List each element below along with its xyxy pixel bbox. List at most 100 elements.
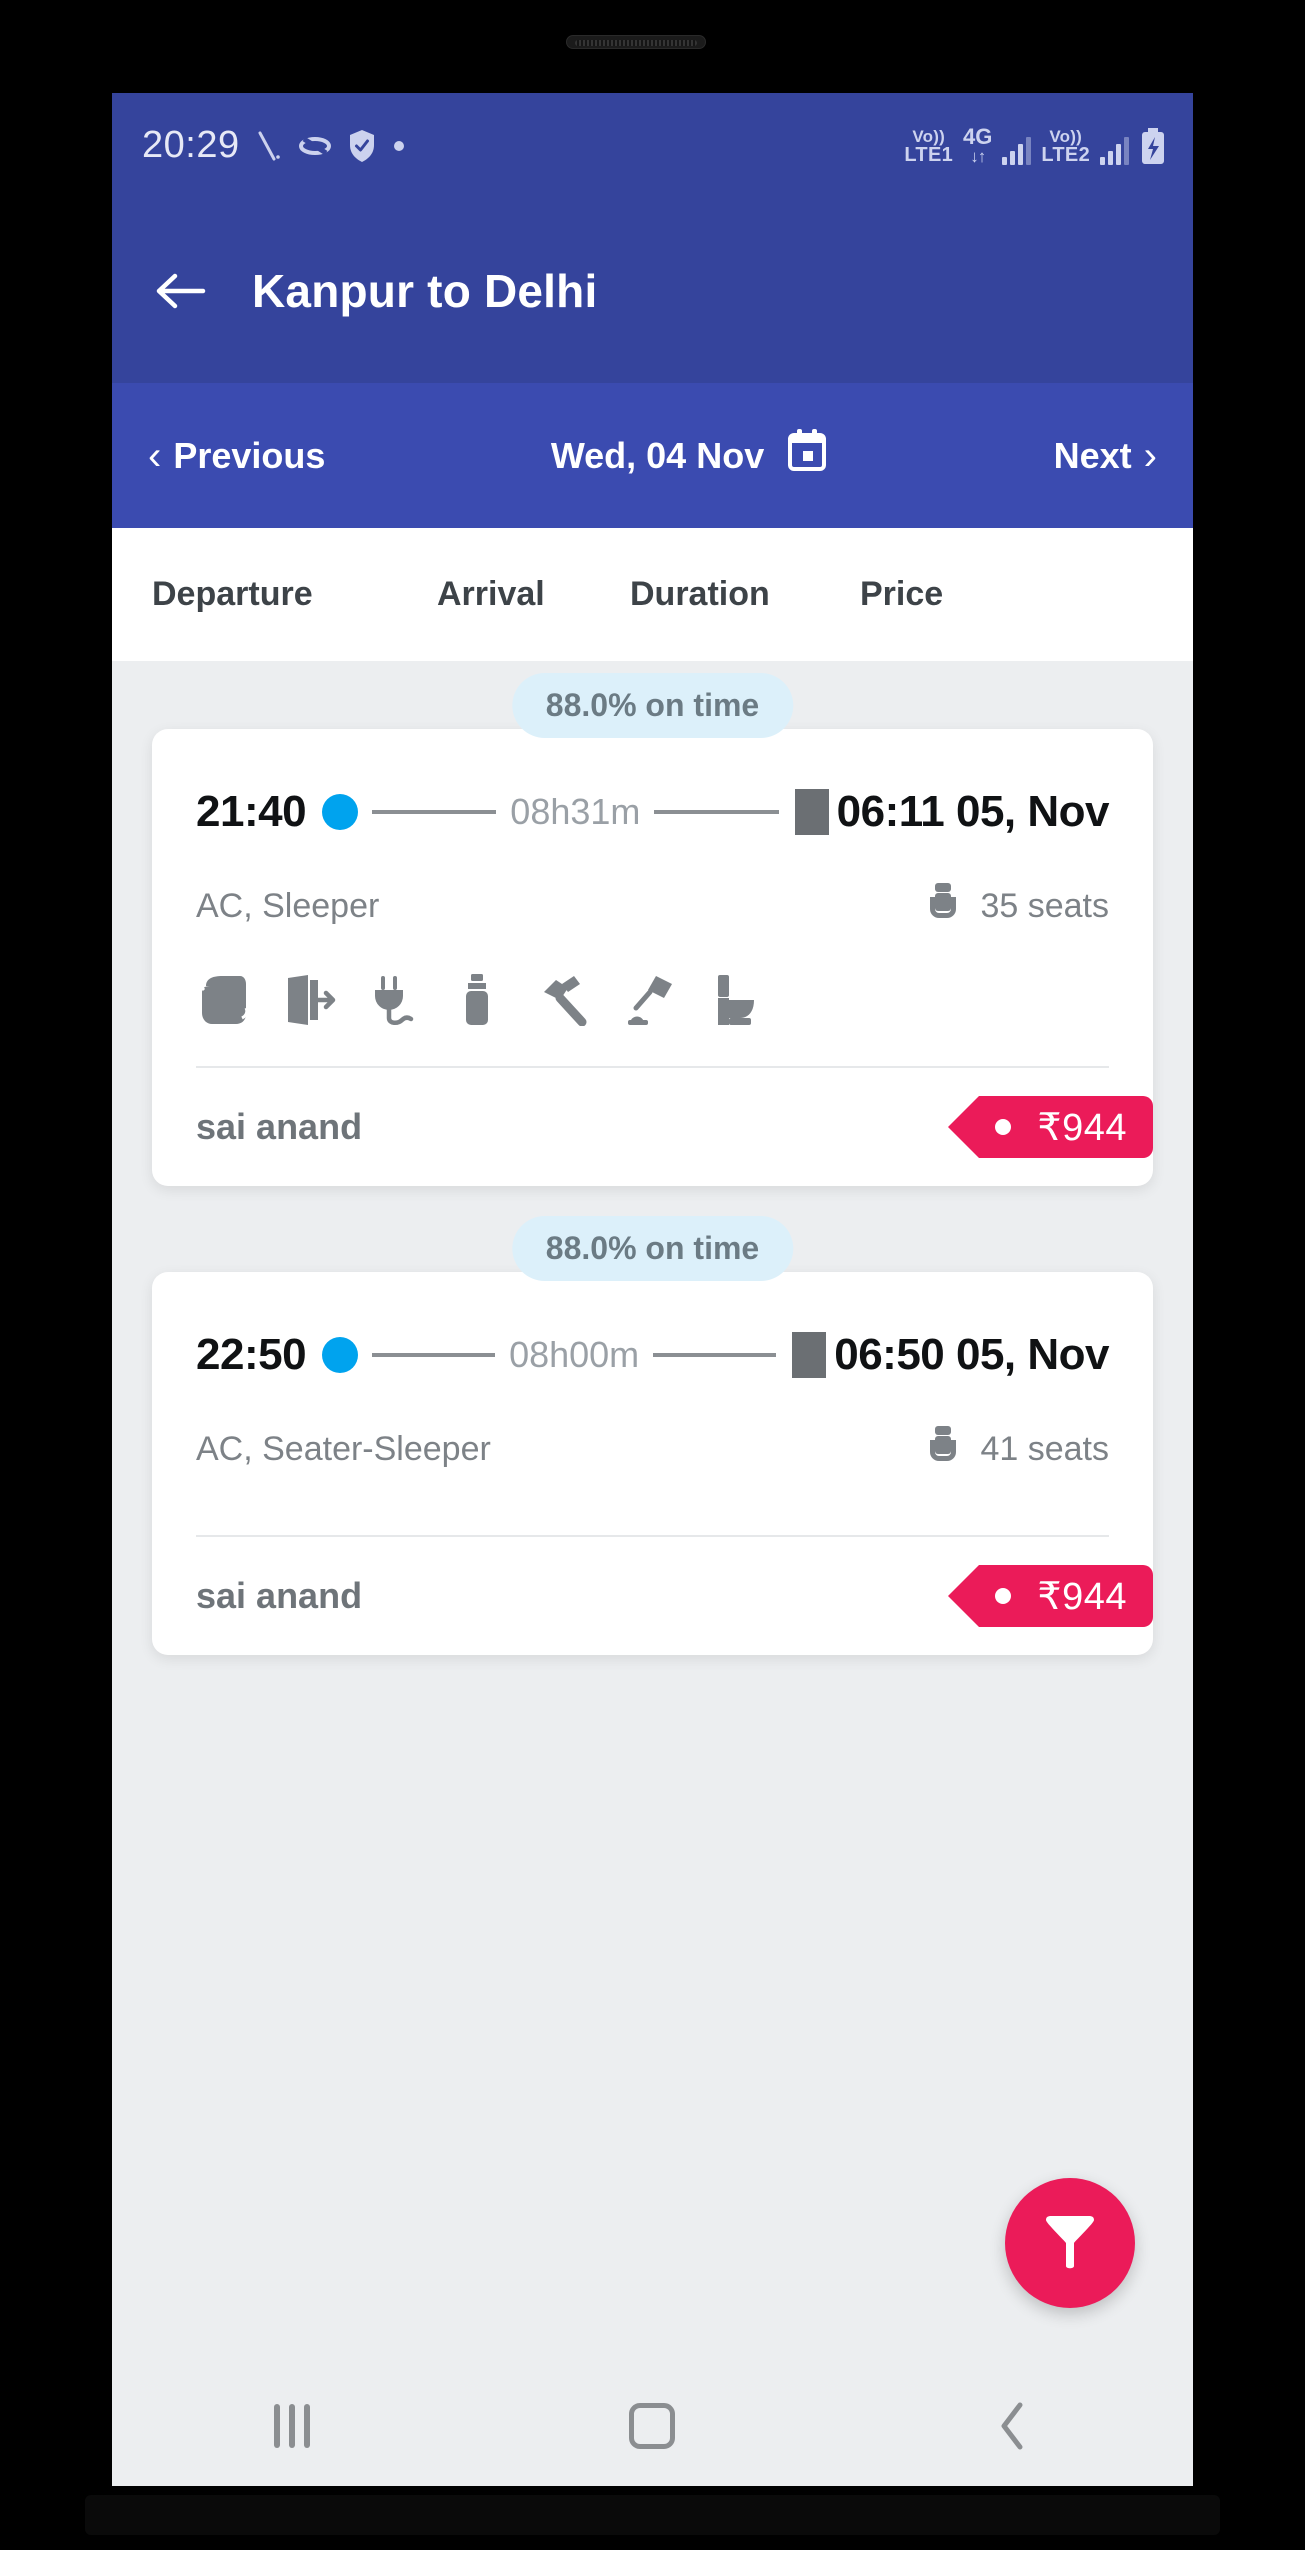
sort-by-price[interactable]: Price (860, 575, 1000, 614)
status-bar-right: Vo)) LTE1 4G ↓↑ Vo)) LTE2 (904, 126, 1167, 165)
data-arrows-icon: ↓↑ (970, 147, 986, 166)
bus-result-card[interactable]: 22:50 08h00m 06:50 05, Nov AC, Seater-Sl… (152, 1272, 1153, 1655)
android-navigation-bar (112, 2366, 1193, 2486)
on-time-badge: 88.0% on time (511, 1216, 794, 1281)
journey-row: 22:50 08h00m 06:50 05, Nov (196, 1312, 1109, 1380)
journey-duration: 08h31m (510, 791, 641, 832)
departure-dot-icon (322, 794, 359, 830)
earpiece-speaker (566, 35, 706, 49)
journey-line-right (653, 1353, 777, 1357)
filter-fab-button[interactable] (1005, 2178, 1135, 2308)
home-icon (629, 2403, 676, 2449)
sort-column-headers: Departure Arrival Duration Price (112, 528, 1193, 661)
arrow-left-icon (156, 273, 206, 308)
card-footer-row: sai anand ₹944 (196, 1537, 1153, 1655)
app-bar: Kanpur to Delhi (112, 198, 1193, 383)
seats-available: 35 seats (924, 881, 1109, 932)
back-button[interactable] (148, 259, 212, 323)
journey-row: 21:40 08h31m 06:11 05, Nov (196, 769, 1110, 837)
status-clock: 20:29 (142, 124, 240, 166)
phone-screen: 20:29 Vo)) LTE1 4G ↓↑ Vo)) LTE2 Kanpur t… (112, 93, 1193, 2486)
next-day-button[interactable]: Next › (1054, 435, 1157, 477)
bus-result-card[interactable]: 21:40 08h31m 06:11 05, Nov AC, Sleeper 3… (152, 729, 1153, 1186)
water-bottle-icon (454, 974, 540, 1026)
seats-label: 35 seats (980, 887, 1109, 925)
departure-dot-icon (322, 1337, 359, 1373)
calendar-icon (786, 429, 828, 482)
sim2-indicator: Vo)) LTE2 (1041, 128, 1090, 165)
operator-name: sai anand (196, 1575, 363, 1616)
status-bar: 20:29 Vo)) LTE1 4G ↓↑ Vo)) LTE2 (112, 93, 1193, 198)
bottom-bezel (85, 2495, 1220, 2535)
sim1-indicator: Vo)) LTE1 (904, 128, 953, 165)
bus-result-wrapper: 88.0% on time 22:50 08h00m 06:50 05, Nov… (152, 1186, 1153, 1655)
departure-time: 22:50 (196, 1330, 307, 1379)
sort-by-arrival[interactable]: Arrival (437, 575, 630, 614)
charging-point-icon (368, 974, 454, 1026)
price-tag[interactable]: ₹944 (948, 1096, 1153, 1158)
signal-bars-sim2-icon (1100, 135, 1129, 165)
price-tag[interactable]: ₹944 (948, 1565, 1153, 1627)
sim2-volte-label: Vo)) (1049, 127, 1082, 146)
network-type-label: 4G (963, 124, 993, 149)
seat-icon (924, 1424, 962, 1475)
back-chevron-icon (1001, 2402, 1023, 2450)
oval-icon (298, 133, 332, 159)
price-amount: ₹944 (1037, 1575, 1127, 1618)
signal-bars-sim1-icon (1002, 135, 1032, 165)
back-button-nav[interactable] (953, 2386, 1073, 2466)
next-day-label: Next (1053, 434, 1132, 476)
page-title: Kanpur to Delhi (252, 264, 598, 317)
price-tag-hole (995, 1119, 1012, 1135)
date-picker-button[interactable]: Wed, 04 Nov (551, 429, 828, 482)
shield-check-icon (348, 129, 376, 163)
battery-charging-icon (1139, 127, 1167, 165)
recents-icon (274, 2404, 311, 2448)
previous-day-button[interactable]: ‹ Previous (148, 435, 325, 477)
journey-line-right (654, 810, 779, 814)
seats-label: 41 seats (980, 1430, 1109, 1468)
arrival-square-icon (794, 789, 829, 835)
status-bar-left: 20:29 (142, 124, 406, 167)
bus-result-wrapper: 88.0% on time 21:40 08h31m 06:11 05, Nov… (152, 661, 1153, 1186)
selected-date-label: Wed, 04 Nov (550, 434, 765, 476)
reading-light-icon (626, 974, 712, 1026)
emergency-exit-icon (282, 974, 368, 1026)
price-tag-hole (995, 1588, 1012, 1604)
amenities-row (196, 974, 1109, 1026)
journey-duration: 08h00m (509, 1334, 640, 1375)
sort-by-departure[interactable]: Departure (152, 575, 437, 614)
chevron-left-icon: ‹ (148, 433, 162, 478)
date-navigation-bar: ‹ Previous Wed, 04 Nov Next › (112, 383, 1193, 528)
toilet-icon (712, 974, 798, 1026)
sim1-network-label: LTE1 (904, 144, 954, 166)
sort-by-duration[interactable]: Duration (630, 575, 860, 614)
journey-line-left (372, 1353, 496, 1357)
blanket-icon (196, 974, 282, 1026)
recents-button[interactable] (232, 2386, 352, 2466)
speaker-grill (575, 40, 697, 46)
arrival-time: 06:50 05, Nov (834, 1330, 1109, 1379)
seats-available: 41 seats (924, 1424, 1109, 1475)
bus-type: AC, Seater-Sleeper (196, 1430, 491, 1468)
arrival-time: 06:11 05, Nov (836, 787, 1110, 836)
price-amount: ₹944 (1037, 1106, 1127, 1149)
journey-line-left (372, 810, 497, 814)
bus-type: AC, Sleeper (196, 887, 380, 925)
dot-icon (392, 139, 406, 153)
arrival-square-icon (792, 1332, 827, 1378)
filter-funnel-icon (1046, 2216, 1094, 2269)
chevron-right-icon: › (1143, 433, 1157, 478)
on-time-badge: 88.0% on time (511, 673, 794, 738)
seat-icon (924, 881, 962, 932)
bus-type-row: AC, Seater-Sleeper 41 seats (196, 1424, 1109, 1475)
device-frame: 20:29 Vo)) LTE1 4G ↓↑ Vo)) LTE2 Kanpur t… (0, 0, 1305, 2550)
previous-day-label: Previous (173, 434, 326, 476)
mobile-data-indicator: 4G ↓↑ (963, 124, 993, 166)
card-footer-row: sai anand ₹944 (196, 1068, 1153, 1186)
home-button[interactable] (592, 2386, 712, 2466)
emergency-hammer-icon (540, 974, 626, 1026)
sim1-volte-label: Vo)) (912, 127, 945, 146)
slash-icon (256, 129, 282, 163)
departure-time: 21:40 (196, 787, 307, 836)
